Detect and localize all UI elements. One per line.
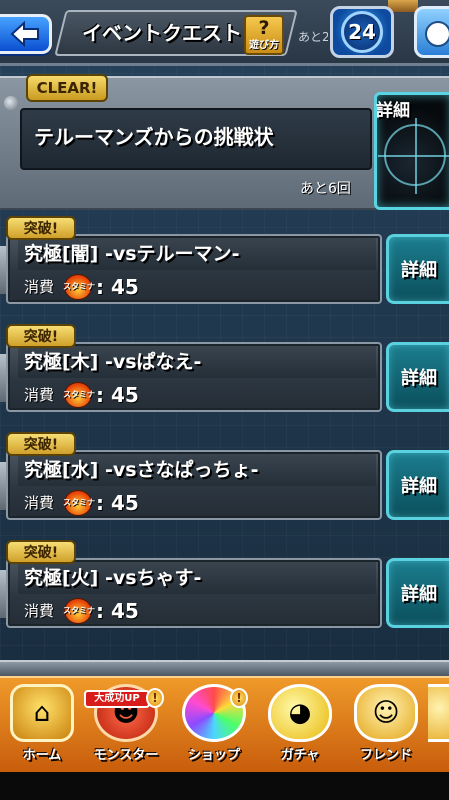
quest-row[interactable]: 究極[火] -vsちゃす- 消費 スタミナ : 45 突破! 詳細 (0, 540, 449, 632)
quest-row[interactable]: 究極[木] -vsぱなえ- 消費 スタミナ : 45 突破! 詳細 (0, 324, 449, 416)
tab-label: モンスター (93, 748, 159, 763)
quest-name: 究極[火] -vsちゃす- (24, 567, 202, 589)
cost-value: : 45 (96, 383, 139, 407)
stamina-icon-text: スタミナ (63, 390, 95, 399)
tab-label: フレンド (359, 748, 412, 763)
tab-gacha[interactable]: ◕ ガチャ (258, 680, 342, 772)
stamina-icon-text: スタミナ (63, 282, 95, 291)
quest-name: 究極[木] -vsぱなえ- (24, 351, 202, 373)
detail-label: 詳細 (401, 368, 437, 389)
notice-icon: ! (230, 688, 248, 708)
cost-value: : 45 (96, 599, 139, 623)
stamina-icon: スタミナ (63, 490, 95, 516)
quest-detail-button[interactable]: 詳細 (386, 234, 449, 304)
quest-name: 究極[水] -vsさなぱっちょ- (24, 459, 259, 481)
stamina-icon: スタミナ (63, 274, 95, 300)
more-icon (428, 684, 449, 742)
cost-label: 消費 (24, 386, 55, 404)
cost-label: 消費 (24, 602, 55, 620)
friend-icon: ☺ (354, 684, 418, 742)
footer-rail (0, 660, 449, 676)
tab-label: ホーム (22, 748, 62, 763)
quest-detail-button[interactable]: 詳細 (386, 558, 449, 628)
detail-label: 詳細 (401, 584, 437, 605)
stamina-icon: スタミナ (63, 598, 95, 624)
breakthrough-badge: 突破! (6, 540, 76, 564)
tab-friend[interactable]: ☺ フレンド (344, 680, 428, 772)
detail-label: 詳細 (401, 476, 437, 497)
notice-icon: ! (146, 688, 164, 708)
stamina-icon-text: スタミナ (63, 498, 95, 507)
quest-row[interactable]: 究極[闇] -vsテルーマン- 消費 スタミナ : 45 突破! 詳細 (0, 216, 449, 308)
home-icon: ⌂ (10, 684, 74, 742)
stamina-icon-text: スタミナ (63, 606, 95, 615)
quest-detail-button[interactable]: 詳細 (386, 450, 449, 520)
breakthrough-badge: 突破! (6, 216, 76, 240)
breakthrough-badge: 突破! (6, 324, 76, 348)
tab-home[interactable]: ⌂ ホーム (0, 680, 84, 772)
detail-label: 詳細 (401, 260, 437, 281)
breakthrough-badge: 突破! (6, 432, 76, 456)
cost-value: : 45 (96, 275, 139, 299)
tab-label: ショップ (187, 748, 240, 763)
gacha-egg-icon: ◕ (268, 684, 332, 742)
cost-value: : 45 (96, 491, 139, 515)
stamina-icon: スタミナ (63, 382, 95, 408)
quest-name: 究極[闇] -vsテルーマン- (24, 243, 240, 265)
quest-row[interactable]: 究極[水] -vsさなぱっちょ- 消費 スタミナ : 45 突破! 詳細 (0, 432, 449, 524)
cost-label: 消費 (24, 278, 55, 296)
tab-label: ガチャ (280, 748, 320, 763)
cost-label: 消費 (24, 494, 55, 512)
success-up-badge: 大成功UP (84, 690, 150, 708)
bottom-strip (0, 772, 449, 800)
tab-more-partial[interactable] (428, 680, 449, 772)
quest-detail-button[interactable]: 詳細 (386, 342, 449, 412)
